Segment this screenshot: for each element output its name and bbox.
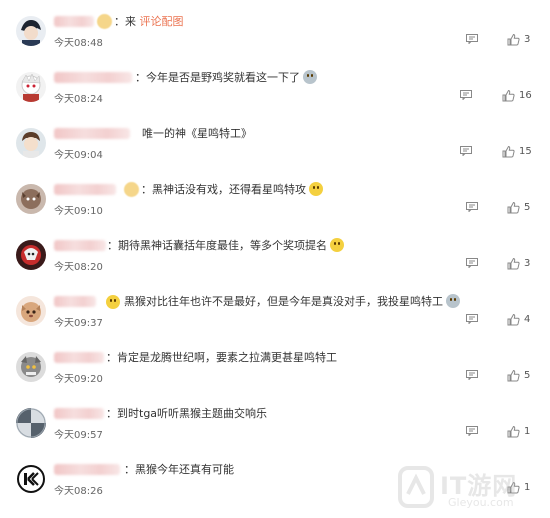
site-watermark: IT游网 Gleyou.com [396, 462, 546, 514]
reply-icon[interactable] [460, 146, 472, 156]
comment-item: ：到时tga听听黑猴主题曲交响乐 今天09:57 1 [0, 406, 550, 462]
username[interactable] [54, 128, 130, 139]
timestamp: 今天09:10 [54, 206, 103, 217]
thumbs-up-icon [502, 89, 515, 102]
comment-item: ：期待黑神话囊括年度最佳，等多个奖项提名 今天08:20 3 [0, 238, 550, 294]
username[interactable] [54, 240, 106, 251]
comment-item: ：今年是否是野鸡奖就看这一下了 今天08:24 16 [0, 70, 550, 126]
timestamp: 今天09:37 [54, 318, 103, 329]
comment-text: ：到时tga听听黑猴主题曲交响乐 [106, 407, 268, 420]
like-count: 5 [524, 202, 531, 213]
username[interactable] [54, 296, 96, 307]
emoji-icon [330, 238, 344, 252]
username[interactable] [54, 464, 120, 475]
emoji-icon [446, 294, 460, 308]
comment-text: ：肯定是龙腾世纪啊，要素之拉满更甚星鸣特工 [106, 351, 337, 364]
watermark-url: Gleyou.com [448, 496, 514, 509]
comment-prefix: ： [106, 351, 117, 364]
comment-text: ：黑神话没有戏，还得看星鸣特攻 [141, 182, 323, 198]
timestamp: 今天08:24 [54, 94, 103, 105]
emoji-icon [309, 182, 323, 196]
timestamp: 今天08:20 [54, 262, 103, 273]
reply-icon[interactable] [460, 90, 472, 100]
reply-icon[interactable] [466, 34, 478, 44]
comment-prefix: ： [141, 183, 152, 196]
username[interactable] [54, 16, 94, 27]
timestamp: 今天09:04 [54, 150, 103, 161]
comment-list: ：来 评论配图 今天08:48 3 ：今年是否是野鸡奖就看这一下了 今天08:2… [0, 0, 550, 517]
comment-prefix: ： [107, 239, 118, 252]
comment-item: ：黑神话没有戏，还得看星鸣特攻 今天09:10 5 [0, 182, 550, 238]
comment-text: ：今年是否是野鸡奖就看这一下了 [135, 70, 317, 86]
timestamp: 今天09:57 [54, 430, 103, 441]
comment-text: 唯一的神《星鸣特工》 [142, 127, 252, 140]
avatar[interactable] [16, 16, 46, 46]
comment-item: 唯一的神《星鸣特工》 今天09:04 15 [0, 126, 550, 182]
emoji-icon [303, 70, 317, 84]
avatar[interactable] [16, 184, 46, 214]
timestamp: 今天08:48 [54, 38, 103, 49]
comment-prefix: ： [124, 463, 135, 476]
avatar[interactable] [16, 408, 46, 438]
comment-item: ：肯定是龙腾世纪啊，要素之拉满更甚星鸣特工 今天09:20 5 [0, 350, 550, 406]
timestamp: 今天08:26 [54, 486, 103, 497]
thumbs-up-icon [507, 257, 520, 270]
thumbs-up-icon [507, 369, 520, 382]
like-count: 15 [519, 146, 532, 157]
reply-icon[interactable] [466, 258, 478, 268]
thumbs-up-icon [502, 145, 515, 158]
vip-badge [124, 182, 139, 197]
reply-icon[interactable] [466, 370, 478, 380]
comment-item: 黑猴对比往年也许不是最好，但是今年是真没对手，我投星鸣特工 今天09:37 4 [0, 294, 550, 350]
comment-image-link[interactable]: 评论配图 [140, 15, 184, 28]
like-count: 3 [524, 34, 531, 45]
comment-prefix: ：来 [114, 15, 140, 28]
username[interactable] [54, 352, 104, 363]
avatar[interactable] [16, 128, 46, 158]
comment-prefix: ： [106, 407, 117, 420]
thumbs-up-icon [507, 425, 520, 438]
avatar[interactable] [16, 240, 46, 270]
comment-text: 黑猴对比往年也许不是最好，但是今年是真没对手，我投星鸣特工 [124, 294, 460, 310]
like-count: 4 [524, 314, 531, 325]
comment-text: ：黑猴今年还真有可能 [124, 463, 234, 476]
watermark-logo-icon [398, 466, 434, 508]
avatar[interactable] [16, 296, 46, 326]
thumbs-up-icon [507, 33, 520, 46]
vip-badge [97, 14, 112, 29]
username[interactable] [54, 72, 132, 83]
comment-item: ：来 评论配图 今天08:48 3 [0, 14, 550, 70]
comment-prefix: ： [135, 71, 146, 84]
reply-icon[interactable] [466, 314, 478, 324]
like-count: 5 [524, 370, 531, 381]
like-count: 1 [524, 426, 531, 437]
like-count: 3 [524, 258, 531, 269]
avatar[interactable] [16, 352, 46, 382]
thumbs-up-icon [507, 313, 520, 326]
like-count: 16 [519, 90, 532, 101]
reply-icon[interactable] [466, 426, 478, 436]
emoji-icon [106, 295, 120, 309]
thumbs-up-icon [507, 201, 520, 214]
reply-icon[interactable] [466, 202, 478, 212]
comment-text: ：来 评论配图 [114, 14, 184, 30]
timestamp: 今天09:20 [54, 374, 103, 385]
avatar[interactable] [16, 72, 46, 102]
username[interactable] [54, 184, 116, 195]
avatar[interactable] [16, 464, 46, 494]
username[interactable] [54, 408, 104, 419]
comment-text: ：期待黑神话囊括年度最佳，等多个奖项提名 [107, 238, 344, 254]
